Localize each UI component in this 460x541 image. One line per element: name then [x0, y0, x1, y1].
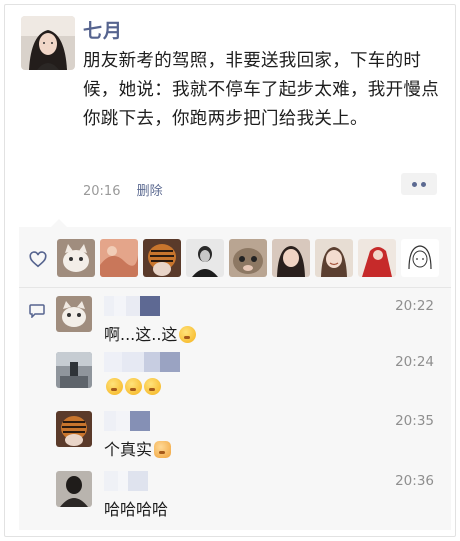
tiger-hood-avatar[interactable] — [56, 411, 92, 447]
commenter-name-redacted[interactable] — [104, 352, 180, 372]
comment-time: 20:24 — [395, 354, 434, 370]
comment-text — [104, 377, 161, 396]
girl-avatar[interactable] — [272, 239, 310, 277]
sketch-girl-avatar[interactable] — [401, 239, 439, 277]
like-avatar-list — [57, 239, 439, 277]
comment-text: 个真实 — [104, 436, 172, 460]
commenter-name-redacted[interactable] — [104, 411, 150, 431]
cat-avatar[interactable] — [56, 296, 92, 332]
tiger-hood-avatar[interactable] — [143, 239, 181, 277]
author-name[interactable]: 七月 — [83, 16, 123, 43]
girl-smile-avatar[interactable] — [315, 239, 353, 277]
scene-avatar[interactable] — [56, 352, 92, 388]
person-bw-avatar[interactable] — [186, 239, 224, 277]
dark-figure-avatar[interactable] — [56, 471, 92, 507]
more-actions-button[interactable] — [401, 173, 437, 195]
thinking-emoji-icon — [144, 378, 161, 395]
comment-time: 20:22 — [395, 298, 434, 314]
post-time: 20:16 — [83, 184, 121, 199]
commenter-name-redacted[interactable] — [104, 471, 148, 491]
comment-time: 20:35 — [395, 413, 434, 429]
comment-text: 啊...这..这 — [104, 321, 197, 345]
interaction-panel: 20:22 啊...这..这 20:24 20:35 个真实 20:36 哈哈哈… — [19, 219, 451, 530]
cat-emoji-icon — [154, 441, 172, 458]
dot-icon — [421, 181, 426, 187]
smile-emoji-icon — [179, 326, 197, 343]
delete-link[interactable]: 删除 — [137, 184, 163, 199]
comment-text: 哈哈哈哈 — [104, 500, 169, 519]
thinking-emoji-icon — [125, 378, 142, 395]
divider — [19, 287, 451, 288]
commenter-name-redacted[interactable] — [104, 296, 160, 316]
moments-card: 七月 朋友新考的驾照，非要送我回家，下车的时候，她说：我就不停车了起步太难，我开… — [4, 4, 456, 537]
red-figure-avatar[interactable] — [358, 239, 396, 277]
cat-face-avatar[interactable] — [229, 239, 267, 277]
post-text: 朋友新考的驾照，非要送我回家，下车的时候，她说：我就不停车了起步太难，我开慢点你… — [83, 51, 439, 129]
comment-icon — [29, 304, 45, 318]
heart-icon — [29, 251, 47, 268]
thinking-emoji-icon — [106, 378, 123, 395]
painting-avatar[interactable] — [100, 239, 138, 277]
post-meta: 20:16 删除 — [83, 180, 163, 199]
cat-avatar[interactable] — [57, 239, 95, 277]
dot-icon — [412, 181, 417, 187]
comment-time: 20:36 — [395, 473, 434, 489]
author-avatar[interactable] — [21, 16, 75, 70]
